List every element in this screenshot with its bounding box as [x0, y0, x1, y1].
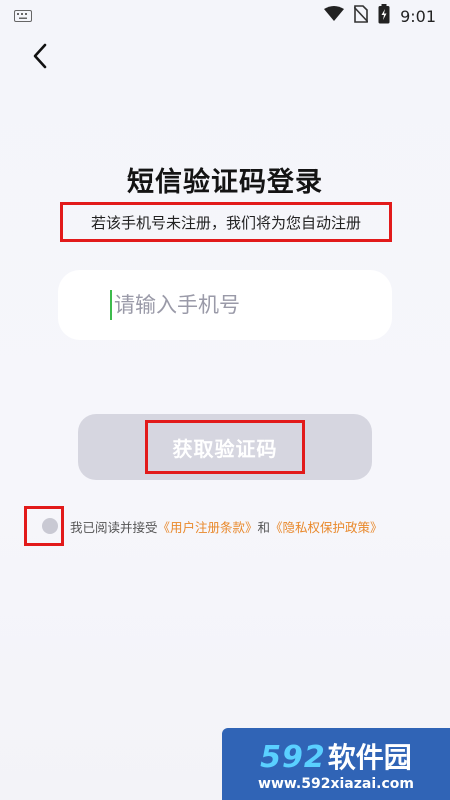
site-watermark: 592 软件园 www.592xiazai.com [222, 728, 450, 800]
watermark-url: www.592xiazai.com [258, 776, 414, 792]
page-title: 短信验证码登录 [127, 167, 323, 198]
status-bar: 9:01 [0, 0, 450, 32]
agreement-checkbox[interactable] [24, 506, 64, 546]
phone-input[interactable] [114, 293, 344, 317]
watermark-logo: 592 软件园 [260, 736, 412, 776]
battery-charging-icon [378, 4, 390, 28]
status-icons: 9:01 [324, 4, 436, 28]
watermark-number: 592 [260, 740, 326, 775]
chevron-left-icon [32, 43, 48, 73]
keyboard-icon [14, 7, 32, 26]
watermark-text: 软件园 [327, 741, 412, 774]
terms-link[interactable]: 《用户注册条款》 [158, 517, 258, 536]
get-code-label: 获取验证码 [145, 420, 305, 474]
text-caret [110, 290, 112, 320]
wifi-icon [324, 6, 345, 26]
agreement-prefix: 我已阅读并接受 [70, 519, 158, 535]
agreement-row: 我已阅读并接受 《用户注册条款》 和 《隐私权保护政策》 [24, 506, 383, 546]
agreement-connector: 和 [257, 519, 271, 535]
phone-field[interactable] [58, 270, 392, 340]
no-sim-icon [353, 5, 369, 27]
radio-circle-icon [42, 518, 58, 534]
get-code-button[interactable]: 获取验证码 [78, 414, 372, 480]
privacy-link[interactable]: 《隐私权保护政策》 [270, 517, 383, 536]
back-button[interactable] [22, 40, 58, 76]
hint-text: 若该手机号未注册，我们将为您自动注册 [90, 213, 361, 232]
clock: 9:01 [400, 6, 436, 26]
auto-register-hint: 若该手机号未注册，我们将为您自动注册 [60, 202, 392, 242]
